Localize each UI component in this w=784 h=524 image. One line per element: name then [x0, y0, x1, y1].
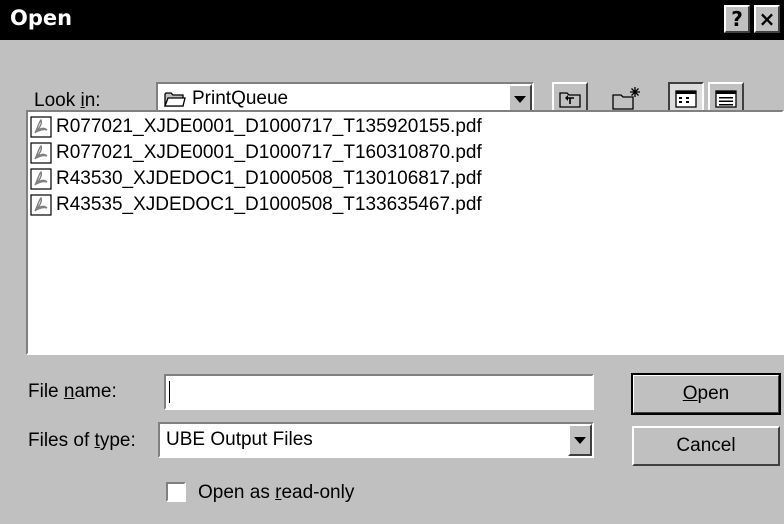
folder-icon	[164, 92, 186, 107]
open-read-only-checkbox[interactable]	[166, 482, 186, 502]
cancel-button[interactable]: Cancel	[632, 426, 780, 466]
pdf-file-icon	[30, 194, 52, 216]
file-list-item[interactable]: R077021_XJDE0001_D1000717_T135920155.pdf	[30, 114, 782, 140]
details-view-icon	[715, 90, 737, 108]
files-of-type-dropdown-button[interactable]	[568, 424, 592, 456]
open-button[interactable]: Open	[631, 373, 781, 415]
file-list-item[interactable]: R43530_XJDEDOC1_D1000508_T130106817.pdf	[30, 166, 782, 192]
files-of-type-value: UBE Output Files	[166, 429, 313, 450]
file-list-item[interactable]: R43535_XJDEDOC1_D1000508_T133635467.pdf	[30, 192, 782, 218]
file-list-item-name: R077021_XJDE0001_D1000717_T135920155.pdf	[56, 116, 482, 137]
title-bar: Open ? ×	[0, 0, 784, 40]
pdf-file-icon	[30, 142, 52, 164]
look-in-label: Look in:	[34, 90, 101, 111]
chevron-down-icon	[514, 95, 526, 103]
file-list-item[interactable]: R077021_XJDE0001_D1000717_T160310870.pdf	[30, 140, 782, 166]
open-button-label: Open	[682, 383, 730, 404]
file-list[interactable]: R077021_XJDE0001_D1000717_T135920155.pdf…	[26, 110, 784, 355]
pdf-file-icon	[30, 168, 52, 190]
chevron-down-icon	[574, 436, 586, 444]
file-list-item-name: R43530_XJDEDOC1_D1000508_T130106817.pdf	[56, 168, 482, 189]
open-read-only-label[interactable]: Open as read-only	[198, 482, 354, 504]
window-title: Open	[10, 6, 73, 30]
file-name-input[interactable]	[164, 374, 594, 410]
list-view-icon	[675, 90, 697, 108]
files-of-type-combobox[interactable]: UBE Output Files	[158, 422, 594, 458]
files-of-type-label: Files of type:	[28, 430, 136, 451]
file-list-item-name: R077021_XJDE0001_D1000717_T160310870.pdf	[56, 142, 482, 163]
look-in-value: PrintQueue	[192, 88, 289, 109]
create-new-folder-icon	[612, 87, 640, 110]
pdf-file-icon	[30, 116, 52, 138]
file-list-item-name: R43535_XJDEDOC1_D1000508_T133635467.pdf	[56, 194, 482, 215]
up-one-level-icon	[559, 92, 581, 108]
file-name-label: File name:	[28, 381, 117, 402]
text-caret	[169, 381, 170, 403]
help-button[interactable]: ?	[724, 5, 750, 33]
close-button[interactable]: ×	[754, 5, 780, 33]
